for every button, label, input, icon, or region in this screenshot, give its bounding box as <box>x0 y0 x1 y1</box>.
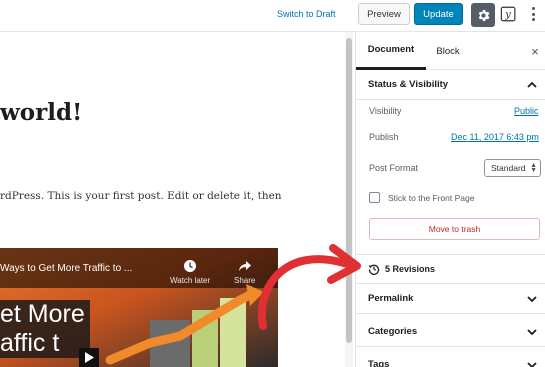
scrollbar-thumb[interactable] <box>346 38 352 343</box>
permalink-panel[interactable]: Permalink <box>356 284 545 314</box>
editor-canvas: world! rdPress. This is your first post.… <box>0 32 347 367</box>
post-format-value: Standard <box>491 163 526 173</box>
editor-scrollbar[interactable] <box>345 32 353 367</box>
update-button[interactable]: Update <box>414 3 463 25</box>
switch-to-draft-link[interactable]: Switch to Draft <box>277 9 336 19</box>
tab-block[interactable]: Block <box>426 32 470 70</box>
preview-button[interactable]: Preview <box>358 3 410 25</box>
editor-toolbar: Switch to Draft Preview Update y <box>0 0 545 32</box>
visibility-label: Visibility <box>369 106 402 116</box>
chevron-down-icon <box>527 296 537 303</box>
share-button[interactable]: Share <box>234 259 255 285</box>
stick-front-page-checkbox[interactable] <box>369 192 380 203</box>
video-embed[interactable]: Ways to Get More Traffic to ... Watch la… <box>0 248 278 367</box>
status-visibility-header[interactable]: Status & Visibility <box>356 70 545 100</box>
overlay-line-2: affic t <box>0 329 60 357</box>
visibility-value[interactable]: Public <box>514 106 539 116</box>
chevron-down-icon <box>527 362 537 367</box>
play-icon[interactable] <box>79 348 99 367</box>
categories-panel[interactable]: Categories <box>356 317 545 347</box>
yoast-glyph: y <box>504 10 511 21</box>
tags-panel[interactable]: Tags <box>356 350 545 367</box>
share-label: Share <box>234 276 256 285</box>
clock-icon <box>184 260 197 272</box>
video-title[interactable]: Ways to Get More Traffic to ... <box>0 263 132 274</box>
status-visibility-title: Status & Visibility <box>368 79 449 90</box>
history-icon <box>368 264 380 275</box>
watch-later-label: Watch later <box>170 276 211 285</box>
permalink-title: Permalink <box>368 293 414 304</box>
publish-label: Publish <box>369 132 399 142</box>
settings-sidebar: Document Block × Status & Visibility Vis… <box>355 32 545 367</box>
sidebar-tabs: Document Block × <box>356 32 545 70</box>
tab-document[interactable]: Document <box>356 32 426 70</box>
more-vertical-icon <box>531 7 535 10</box>
move-to-trash-button[interactable]: Move to trash <box>369 218 540 240</box>
watch-later-button[interactable]: Watch later <box>170 259 210 285</box>
video-overlay-text: et More affic t <box>0 300 90 358</box>
categories-title: Categories <box>368 326 418 337</box>
yoast-icon: y <box>500 6 516 22</box>
yoast-button[interactable]: y <box>499 4 519 24</box>
revisions-link[interactable]: 5 Revisions <box>356 254 545 284</box>
settings-button[interactable] <box>471 3 495 27</box>
post-paragraph[interactable]: rdPress. This is your first post. Edit o… <box>0 190 282 202</box>
post-format-select[interactable]: Standard ▲ ▼ <box>484 159 541 177</box>
gear-icon <box>478 9 489 21</box>
chevron-up-icon <box>527 81 537 88</box>
chevron-down-icon <box>527 329 537 336</box>
revisions-label: 5 Revisions <box>385 264 436 274</box>
stick-front-page-label[interactable]: Stick to the Front Page <box>388 193 474 203</box>
post-title[interactable]: world! <box>0 99 82 126</box>
more-options-button[interactable] <box>527 5 539 23</box>
overlay-line-1: et More <box>0 300 85 328</box>
post-format-label: Post Format <box>369 163 419 173</box>
publish-date[interactable]: Dec 11, 2017 6:43 pm <box>451 132 539 142</box>
select-arrows-icon: ▲ ▼ <box>530 162 537 174</box>
close-icon[interactable]: × <box>528 44 542 59</box>
tags-title: Tags <box>368 359 390 367</box>
share-icon <box>238 261 251 271</box>
